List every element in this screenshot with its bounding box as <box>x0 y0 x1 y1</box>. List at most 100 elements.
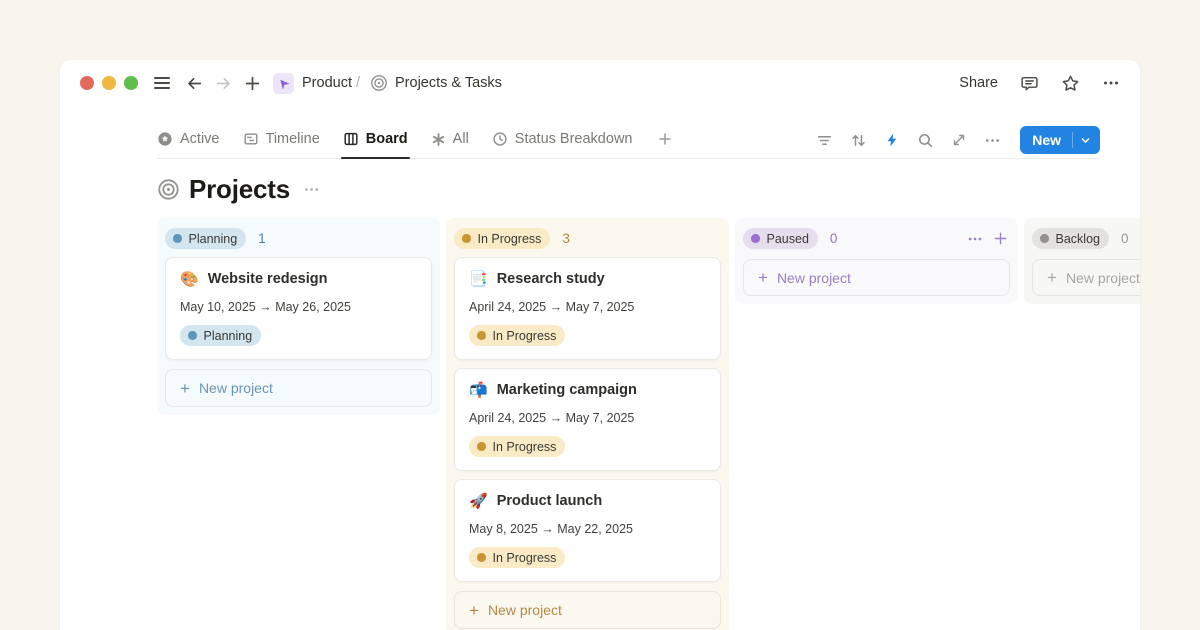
status-label: Paused <box>767 232 809 246</box>
breadcrumb-page[interactable]: Projects & Tasks <box>395 75 502 91</box>
status-pill-backlog[interactable]: Backlog <box>1032 228 1109 249</box>
column-count: 0 <box>1121 231 1129 246</box>
favorite-star-icon[interactable] <box>1061 74 1080 93</box>
title-more-icon[interactable] <box>303 181 320 198</box>
new-project-button[interactable]: + New project <box>165 369 432 407</box>
forward-arrow-icon[interactable] <box>215 75 232 92</box>
star-circle-icon <box>157 131 173 147</box>
status-label: Planning <box>189 232 238 246</box>
bookmark-tabs-icon: 📑 <box>469 272 488 287</box>
asterisk-icon <box>431 132 446 147</box>
tab-label: Active <box>180 131 220 147</box>
status-label: In Progress <box>478 232 542 246</box>
new-project-button[interactable]: + New project <box>1032 259 1140 296</box>
target-icon <box>157 178 180 201</box>
status-dot <box>751 234 760 243</box>
column-add-icon[interactable] <box>993 231 1008 246</box>
rocket-icon: 🚀 <box>469 494 488 509</box>
tab-label: Status Breakdown <box>515 131 633 147</box>
column-header: In Progress 3 <box>446 218 729 249</box>
status-dot <box>477 553 486 562</box>
column-count: 3 <box>562 231 570 246</box>
more-options-icon[interactable] <box>1102 74 1120 92</box>
status-dot <box>462 234 471 243</box>
workspace-logo-icon[interactable] <box>273 73 294 94</box>
column-header: Paused 0 <box>735 218 1018 249</box>
plus-icon: + <box>469 602 479 619</box>
tab-label: All <box>453 131 469 147</box>
minimize-window-button[interactable] <box>102 76 116 90</box>
palette-icon: 🎨 <box>180 272 199 287</box>
column-paused: Paused 0 + New project <box>735 218 1018 304</box>
new-project-label: New project <box>488 602 562 618</box>
sort-icon[interactable] <box>850 132 867 149</box>
status-dot <box>477 442 486 451</box>
back-arrow-icon[interactable] <box>186 75 203 92</box>
comments-icon[interactable] <box>1020 74 1039 93</box>
project-card-website-redesign[interactable]: 🎨 Website redesign May 10, 2025 → May 26… <box>165 257 432 360</box>
page-title[interactable]: Projects <box>189 174 290 205</box>
new-button[interactable]: New <box>1020 126 1100 154</box>
search-icon[interactable] <box>917 132 934 149</box>
status-dot <box>1040 234 1049 243</box>
card-title: Website redesign <box>208 271 328 287</box>
column-backlog: Backlog 0 + New project <box>1024 218 1140 304</box>
tab-status-breakdown[interactable]: Status Breakdown <box>492 122 633 158</box>
column-header: Planning 1 <box>157 218 440 249</box>
zoom-window-button[interactable] <box>124 76 138 90</box>
add-view-icon[interactable] <box>657 122 673 158</box>
status-pill-planning[interactable]: Planning <box>165 228 246 249</box>
new-button-label: New <box>1029 132 1064 148</box>
breadcrumb-separator: / <box>356 75 360 91</box>
tab-label: Timeline <box>266 131 320 147</box>
new-project-label: New project <box>199 380 273 396</box>
new-project-button[interactable]: + New project <box>454 591 721 629</box>
new-project-button[interactable]: + New project <box>743 259 1010 296</box>
project-card-product-launch[interactable]: 🚀 Product launch May 8, 2025 → May 22, 2… <box>454 479 721 582</box>
status-dot <box>173 234 182 243</box>
column-more-icon[interactable] <box>967 231 983 247</box>
card-date-range: May 8, 2025 → May 22, 2025 <box>469 522 706 536</box>
timeline-icon <box>243 131 259 147</box>
status-pill-paused[interactable]: Paused <box>743 228 818 249</box>
tab-timeline[interactable]: Timeline <box>243 122 320 158</box>
chevron-down-icon[interactable] <box>1080 135 1091 146</box>
view-controls: New <box>816 126 1100 154</box>
project-card-research-study[interactable]: 📑 Research study April 24, 2025 → May 7,… <box>454 257 721 360</box>
expand-icon[interactable] <box>951 132 967 148</box>
status-label: In Progress <box>493 551 557 565</box>
card-date-range: April 24, 2025 → May 7, 2025 <box>469 300 706 314</box>
tab-board[interactable]: Board <box>343 122 408 158</box>
tab-all[interactable]: All <box>431 122 469 158</box>
kanban-board: Planning 1 🎨 Website redesign May 10, 20… <box>157 218 1140 630</box>
column-in-progress: In Progress 3 📑 Research study April 24,… <box>446 218 729 630</box>
share-button[interactable]: Share <box>959 75 998 91</box>
new-page-icon[interactable] <box>244 75 261 92</box>
mailbox-icon: 📬 <box>469 383 488 398</box>
view-tab-bar: Active Timeline Board All <box>157 122 1100 159</box>
status-label: In Progress <box>493 329 557 343</box>
filter-icon[interactable] <box>816 132 833 149</box>
card-date-range: May 10, 2025 → May 26, 2025 <box>180 300 417 314</box>
breadcrumb-workspace[interactable]: Product <box>302 75 352 91</box>
close-window-button[interactable] <box>80 76 94 90</box>
target-icon <box>370 74 388 92</box>
status-label: Backlog <box>1056 232 1100 246</box>
card-date-range: April 24, 2025 → May 7, 2025 <box>469 411 706 425</box>
new-project-label: New project <box>777 270 851 286</box>
tab-active[interactable]: Active <box>157 122 220 158</box>
automations-icon[interactable] <box>884 132 900 148</box>
plus-icon: + <box>180 380 190 397</box>
status-pill-in-progress[interactable]: In Progress <box>454 228 550 249</box>
card-status-badge: In Progress <box>469 325 565 346</box>
page-title-row: Projects <box>157 174 1042 205</box>
project-card-marketing-campaign[interactable]: 📬 Marketing campaign April 24, 2025 → Ma… <box>454 368 721 471</box>
clock-icon <box>492 131 508 147</box>
status-dot <box>188 331 197 340</box>
view-more-icon[interactable] <box>984 132 1001 149</box>
card-title: Product launch <box>497 493 603 509</box>
app-window: Product / Projects & Tasks Share Active <box>60 60 1140 630</box>
sidebar-toggle-icon[interactable] <box>154 77 170 89</box>
card-status-badge: In Progress <box>469 436 565 457</box>
status-label: In Progress <box>493 440 557 454</box>
